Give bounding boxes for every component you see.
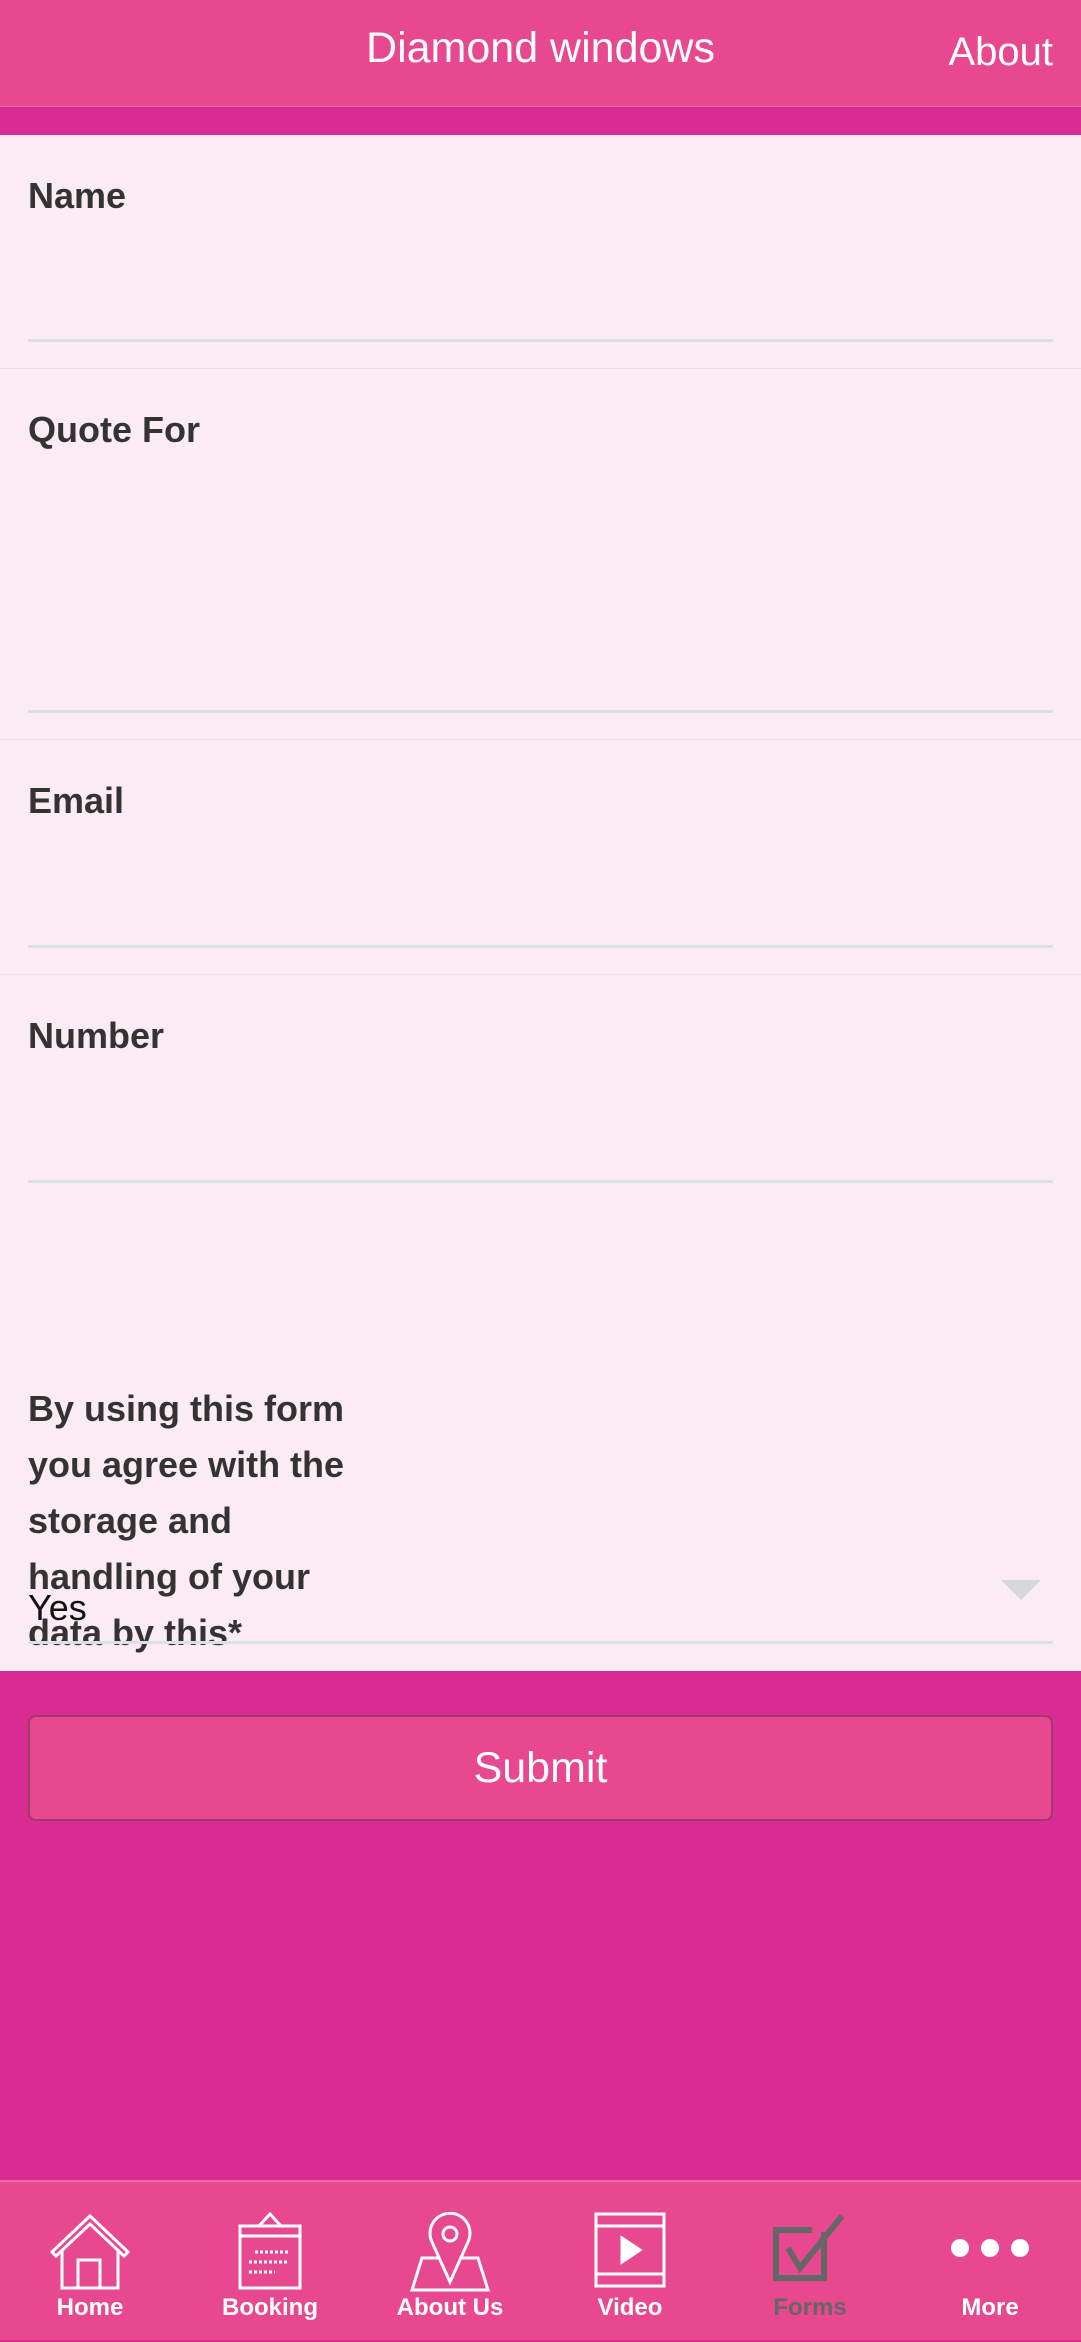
tab-booking[interactable]: Booking bbox=[180, 2182, 360, 2342]
tab-about-us-label: About Us bbox=[396, 2294, 504, 2321]
tab-about-us[interactable]: About Us bbox=[360, 2182, 540, 2342]
checkbox-icon bbox=[773, 2214, 845, 2281]
map-pin-icon bbox=[409, 2212, 491, 2292]
tab-home[interactable]: Home bbox=[0, 2182, 180, 2342]
chevron-down-icon[interactable] bbox=[1001, 1580, 1041, 1600]
tab-more-label: More bbox=[961, 2294, 1019, 2321]
tab-bar: Home Booking About Us Video Forms More bbox=[0, 2180, 1081, 2340]
email-field[interactable]: Email bbox=[0, 740, 1081, 975]
email-label: Email bbox=[28, 780, 125, 821]
name-field[interactable]: Name bbox=[0, 135, 1081, 369]
tab-forms-label: Forms bbox=[773, 2294, 847, 2321]
email-input[interactable] bbox=[28, 945, 1053, 948]
number-label: Number bbox=[28, 1015, 165, 1056]
quote-for-label: Quote For bbox=[28, 409, 200, 450]
number-input[interactable] bbox=[28, 1180, 1053, 1183]
video-icon bbox=[594, 2212, 666, 2288]
quote-for-input[interactable] bbox=[28, 710, 1053, 713]
consent-select[interactable] bbox=[28, 1641, 1053, 1644]
tab-forms[interactable]: Forms bbox=[720, 2182, 900, 2342]
page-title: Diamond windows bbox=[366, 24, 715, 72]
quote-for-field[interactable]: Quote For bbox=[0, 369, 1081, 740]
calendar-icon bbox=[238, 2212, 302, 2290]
quote-form: Name Quote For Email Number By using thi… bbox=[0, 135, 1081, 1671]
more-icon bbox=[951, 2239, 1029, 2257]
home-icon bbox=[49, 2213, 131, 2290]
app-header: Diamond windows About bbox=[0, 0, 1081, 107]
tab-more[interactable]: More bbox=[900, 2182, 1080, 2342]
tab-booking-label: Booking bbox=[222, 2294, 318, 2321]
about-button[interactable]: About bbox=[948, 30, 1053, 75]
tab-video[interactable]: Video bbox=[540, 2182, 720, 2342]
submit-button[interactable]: Submit bbox=[28, 1715, 1053, 1821]
tab-home-label: Home bbox=[56, 2294, 124, 2321]
name-label: Name bbox=[28, 175, 127, 216]
consent-select-value[interactable]: Yes bbox=[28, 1587, 87, 1629]
tab-video-label: Video bbox=[597, 2294, 663, 2321]
number-field[interactable]: Number bbox=[0, 975, 1081, 1210]
name-input[interactable] bbox=[28, 339, 1053, 342]
